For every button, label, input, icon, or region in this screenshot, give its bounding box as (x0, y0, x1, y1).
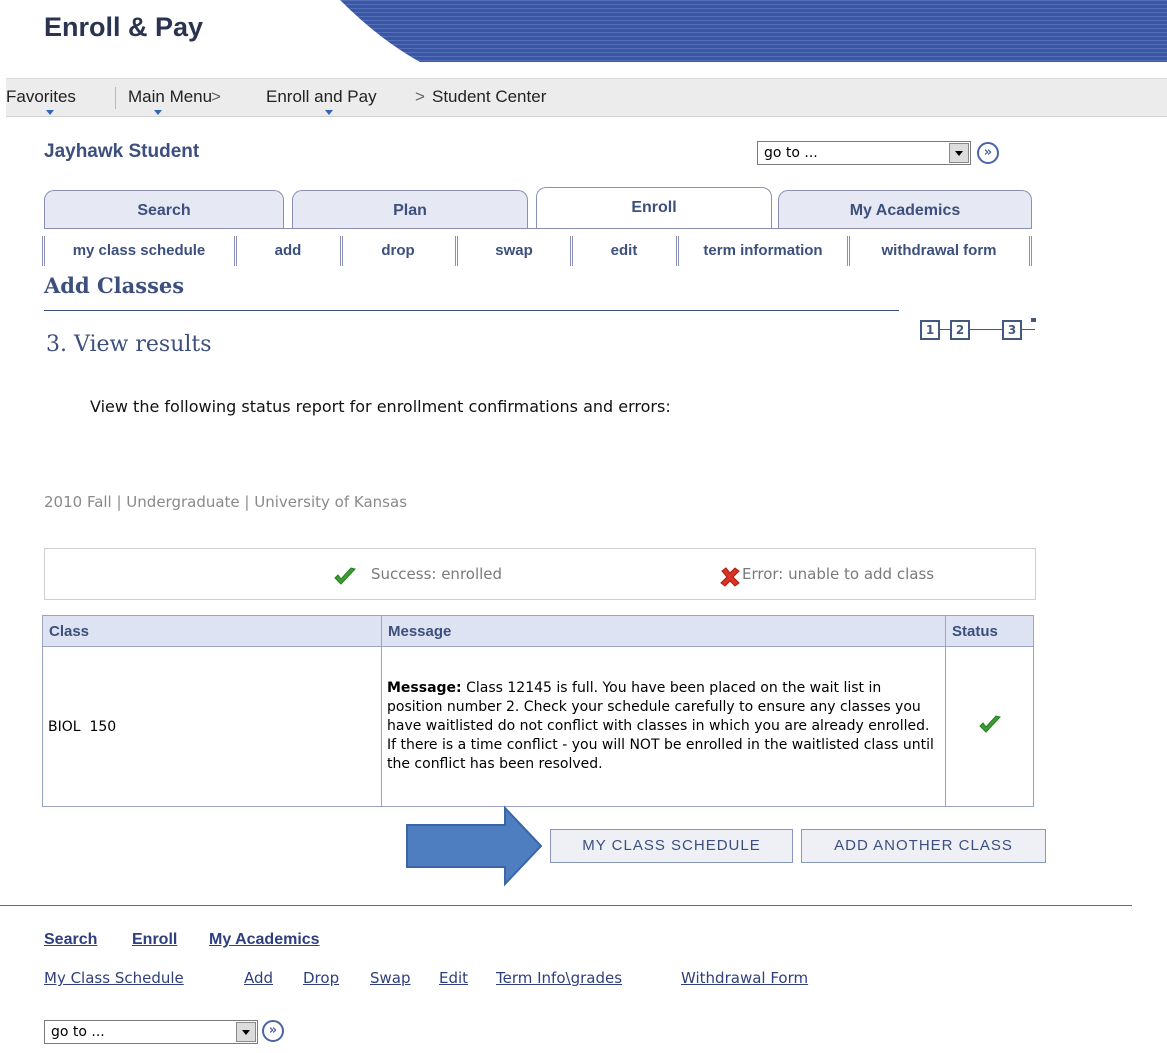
step-2-indicator: 2 (950, 320, 970, 340)
divider (42, 236, 45, 266)
message-label: Message: (387, 680, 462, 696)
goto-select-bottom[interactable]: go to ... (44, 1020, 258, 1044)
term-info: 2010 Fall | Undergraduate | University o… (44, 493, 408, 511)
divider (455, 236, 458, 266)
divider (676, 236, 679, 266)
student-name: Jayhawk Student (44, 141, 200, 162)
divider (570, 236, 573, 266)
column-header-class: Class (42, 615, 382, 647)
subtab-term-information[interactable]: term information (680, 237, 846, 264)
step-connector (940, 329, 950, 330)
tab-plan[interactable]: Plan (292, 190, 528, 228)
legend-success-label: Success: enrolled (371, 565, 503, 583)
chevron-down-icon (154, 110, 162, 115)
favorites-menu[interactable]: Favorites (6, 87, 76, 107)
add-another-class-button[interactable]: Add Another Class (801, 829, 1046, 863)
checkmark-icon (334, 567, 356, 585)
footer-link-my-class-schedule[interactable]: My Class Schedule (44, 969, 184, 987)
step-connector (968, 329, 1002, 330)
footer-link-term-info-grades[interactable]: Term Info\grades (496, 969, 622, 987)
my-class-schedule-button[interactable]: My Class Schedule (550, 829, 793, 863)
divider (115, 87, 116, 109)
app-header: Enroll & Pay (0, 0, 1167, 62)
tab-divider (44, 228, 1032, 229)
divider (234, 236, 237, 266)
column-header-status: Status (945, 615, 1034, 647)
step-marker (1031, 318, 1036, 322)
table-row: BIOL 150 Message: Class 12145 is full. Y… (42, 646, 1034, 807)
subtab-add[interactable]: add (238, 237, 338, 264)
subtab-swap[interactable]: swap (459, 237, 569, 264)
footer-link-search[interactable]: Search (44, 931, 97, 949)
footer-link-edit[interactable]: Edit (439, 969, 468, 987)
tab-search[interactable]: Search (44, 190, 284, 228)
goto-select-value: go to ... (764, 145, 818, 161)
breadcrumb-student-center: Student Center (432, 87, 547, 106)
footer-link-enroll[interactable]: Enroll (132, 931, 177, 949)
subtab-drop[interactable]: drop (344, 237, 452, 264)
error-x-icon (720, 567, 740, 587)
message-text: Class 12145 is full. You have been place… (387, 680, 934, 772)
footer-link-swap[interactable]: Swap (370, 969, 411, 987)
footer-link-withdrawal-form[interactable]: Withdrawal Form (681, 969, 808, 987)
title-underline (44, 310, 899, 311)
step-1-indicator: 1 (920, 320, 940, 340)
instructions-text: View the following status report for enr… (90, 397, 671, 416)
footer-link-my-academics[interactable]: My Academics (209, 931, 320, 949)
subtab-edit[interactable]: edit (574, 237, 674, 264)
class-cell: BIOL 150 (42, 646, 382, 807)
chevron-down-icon (325, 110, 333, 115)
status-cell (945, 646, 1034, 807)
checkmark-icon (978, 714, 1001, 733)
step-3-indicator: 3 (1002, 320, 1022, 340)
subtab-my-class-schedule[interactable]: my class schedule (46, 237, 232, 264)
divider (847, 236, 850, 266)
step-connector (1020, 329, 1035, 330)
chevron-down-icon (46, 110, 54, 115)
divider (340, 236, 343, 266)
tab-my-academics[interactable]: My Academics (778, 190, 1032, 228)
app-title: Enroll & Pay (44, 12, 204, 42)
goto-select[interactable]: go to ... (757, 141, 971, 165)
column-header-message: Message (381, 615, 946, 647)
arrow-annotation-icon (406, 805, 543, 887)
message-cell: Message: Class 12145 is full. You have b… (381, 646, 946, 807)
dropdown-arrow-icon[interactable] (949, 143, 969, 163)
step-heading: 3. View results (46, 332, 212, 357)
main-menu[interactable]: Main Menu (128, 87, 212, 107)
tab-enroll[interactable]: Enroll (536, 187, 772, 229)
breadcrumb-separator: > (415, 87, 425, 106)
dropdown-arrow-icon[interactable] (236, 1022, 256, 1042)
status-legend: Success: enrolled Error: unable to add c… (44, 548, 1036, 600)
subtab-withdrawal-form[interactable]: withdrawal form (851, 237, 1027, 264)
breadcrumb: Favorites Main Menu > Enroll and Pay > S… (6, 78, 1167, 117)
results-table: Class Message Status BIOL 150 Message: C… (42, 615, 1034, 807)
footer-link-add[interactable]: Add (244, 969, 273, 987)
breadcrumb-enroll-and-pay[interactable]: Enroll and Pay (266, 87, 377, 107)
footer-divider (0, 905, 1132, 906)
divider (1029, 236, 1032, 266)
legend-error-label: Error: unable to add class (742, 565, 935, 583)
footer-link-drop[interactable]: Drop (303, 969, 339, 987)
go-button-bottom[interactable]: » (262, 1020, 284, 1042)
page-title: Add Classes (44, 273, 185, 298)
goto-select-value: go to ... (51, 1024, 105, 1040)
go-button[interactable]: » (977, 142, 999, 164)
breadcrumb-separator: > (211, 87, 221, 106)
